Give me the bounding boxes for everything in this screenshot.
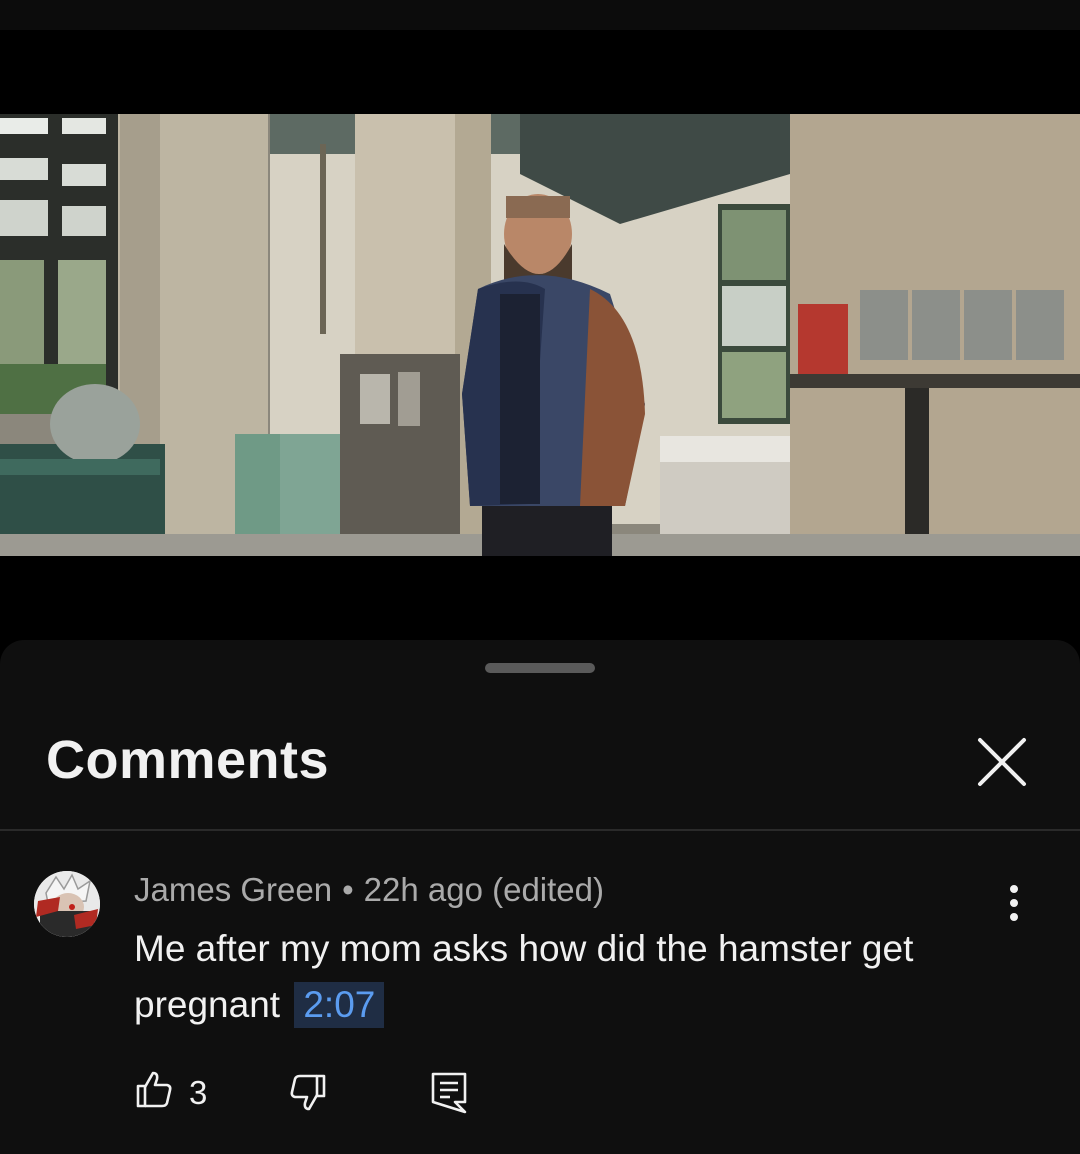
timestamp-link[interactable]: 2:07 — [294, 982, 385, 1028]
comment-actions: 3 — [0, 1063, 1080, 1123]
dislike-button[interactable] — [288, 1073, 328, 1118]
avatar-image — [34, 871, 100, 937]
like-button[interactable] — [134, 1069, 174, 1117]
video-frame — [0, 114, 1080, 556]
thumbs-up-icon — [136, 1071, 172, 1108]
reply-icon — [431, 1072, 467, 1114]
comments-title: Comments — [46, 730, 330, 790]
comment-time: 22h ago (edited) — [363, 871, 605, 908]
comments-sheet: Comments James Green • 22h ago (edited) … — [0, 640, 1080, 1154]
close-button[interactable] — [972, 732, 1032, 792]
meta-separator: • — [342, 871, 354, 908]
comment-meta: James Green • 22h ago (edited) — [134, 869, 604, 911]
avatar[interactable] — [34, 871, 100, 937]
reply-button[interactable] — [430, 1071, 468, 1120]
comment-author[interactable]: James Green — [134, 871, 332, 908]
comment-item: James Green • 22h ago (edited) Me after my… — [0, 831, 1080, 1154]
app-screen: Comments James Green • 22h ago (edited) … — [0, 0, 1080, 1154]
video-player[interactable] — [0, 30, 1080, 670]
comment-text: Me after my mom asks how did the hamster… — [134, 928, 914, 1025]
close-icon — [978, 738, 1026, 786]
drag-handle[interactable] — [485, 663, 595, 673]
comment-body: Me after my mom asks how did the hamster… — [134, 921, 1014, 1033]
like-count: 3 — [189, 1074, 208, 1111]
video-scene — [0, 114, 1080, 556]
thumbs-down-icon — [290, 1074, 326, 1111]
status-area — [0, 0, 1080, 30]
